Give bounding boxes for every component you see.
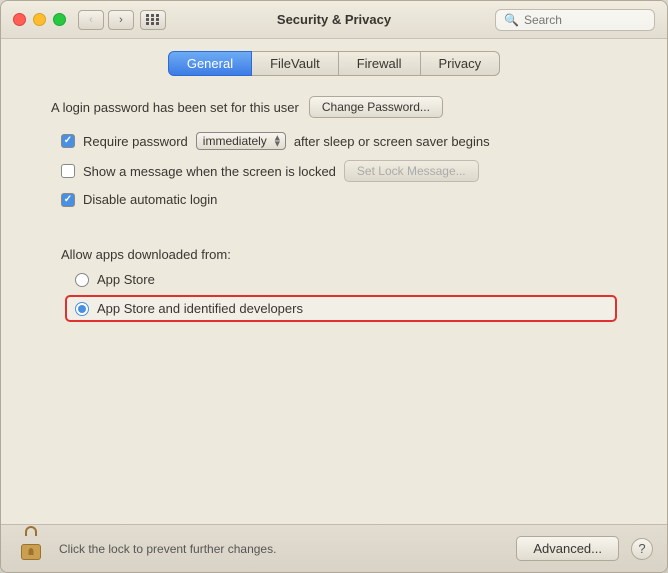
require-password-label: Require password — [83, 134, 188, 149]
app-store-identified-radio-option[interactable]: App Store and identified developers — [65, 295, 617, 322]
tab-general[interactable]: General — [168, 51, 252, 76]
app-store-radio-option: App Store — [75, 272, 617, 287]
back-button[interactable]: ‹ — [78, 10, 104, 30]
search-input[interactable] — [524, 13, 646, 27]
traffic-lights — [13, 13, 66, 26]
maximize-button[interactable] — [53, 13, 66, 26]
advanced-button[interactable]: Advanced... — [516, 536, 619, 561]
lock-keyhole-icon — [29, 548, 34, 555]
disable-login-row: ✓ Disable automatic login — [61, 192, 617, 207]
forward-button[interactable]: › — [108, 10, 134, 30]
main-content: A login password has been set for this u… — [1, 86, 667, 524]
app-store-radio[interactable] — [75, 273, 89, 287]
dropdown-arrows-icon: ▲ ▼ — [273, 135, 282, 148]
app-store-identified-label: App Store and identified developers — [97, 301, 303, 316]
show-message-label: Show a message when the screen is locked — [83, 164, 336, 179]
allow-apps-label: Allow apps downloaded from: — [61, 247, 617, 262]
window-title: Security & Privacy — [277, 12, 391, 27]
tab-firewall[interactable]: Firewall — [339, 51, 421, 76]
close-button[interactable] — [13, 13, 26, 26]
require-password-checkbox[interactable]: ✓ — [61, 134, 75, 148]
help-button[interactable]: ? — [631, 538, 653, 560]
app-store-identified-radio[interactable] — [75, 302, 89, 316]
allow-apps-section: Allow apps downloaded from: App Store Ap… — [51, 247, 617, 322]
show-message-checkbox[interactable] — [61, 164, 75, 178]
search-icon: 🔍 — [504, 13, 519, 27]
lock-shackle-icon — [25, 526, 37, 536]
change-password-button[interactable]: Change Password... — [309, 96, 443, 118]
grid-menu-button[interactable] — [140, 10, 166, 30]
lock-label: Click the lock to prevent further change… — [59, 542, 276, 556]
tab-filevault[interactable]: FileVault — [252, 51, 339, 76]
bottom-bar: Click the lock to prevent further change… — [1, 524, 667, 572]
disable-login-checkbox[interactable]: ✓ — [61, 193, 75, 207]
search-bar[interactable]: 🔍 — [495, 9, 655, 31]
nav-buttons: ‹ › — [78, 10, 134, 30]
titlebar: ‹ › Security & Privacy 🔍 — [1, 1, 667, 39]
tabs-container: General FileVault Firewall Privacy — [1, 39, 667, 86]
login-password-row: A login password has been set for this u… — [51, 96, 617, 118]
password-timing-dropdown[interactable]: immediately ▲ ▼ — [196, 132, 286, 150]
dropdown-value: immediately — [203, 134, 267, 148]
set-lock-message-button[interactable]: Set Lock Message... — [344, 160, 479, 182]
tab-privacy[interactable]: Privacy — [421, 51, 501, 76]
require-password-suffix: after sleep or screen saver begins — [294, 134, 490, 149]
minimize-button[interactable] — [33, 13, 46, 26]
lock-icon-container[interactable] — [15, 531, 47, 567]
app-store-label: App Store — [97, 272, 155, 287]
radio-selected-indicator — [78, 305, 86, 313]
window: ‹ › Security & Privacy 🔍 General FileVau… — [0, 0, 668, 573]
require-password-row: ✓ Require password immediately ▲ ▼ after… — [61, 132, 617, 150]
checkmark-icon-2: ✓ — [64, 195, 72, 205]
checkmark-icon: ✓ — [64, 136, 72, 146]
show-message-row: Show a message when the screen is locked… — [61, 160, 617, 182]
lock-body-icon — [21, 544, 41, 560]
login-password-label: A login password has been set for this u… — [51, 100, 299, 115]
grid-icon — [146, 14, 160, 25]
disable-login-label: Disable automatic login — [83, 192, 217, 207]
